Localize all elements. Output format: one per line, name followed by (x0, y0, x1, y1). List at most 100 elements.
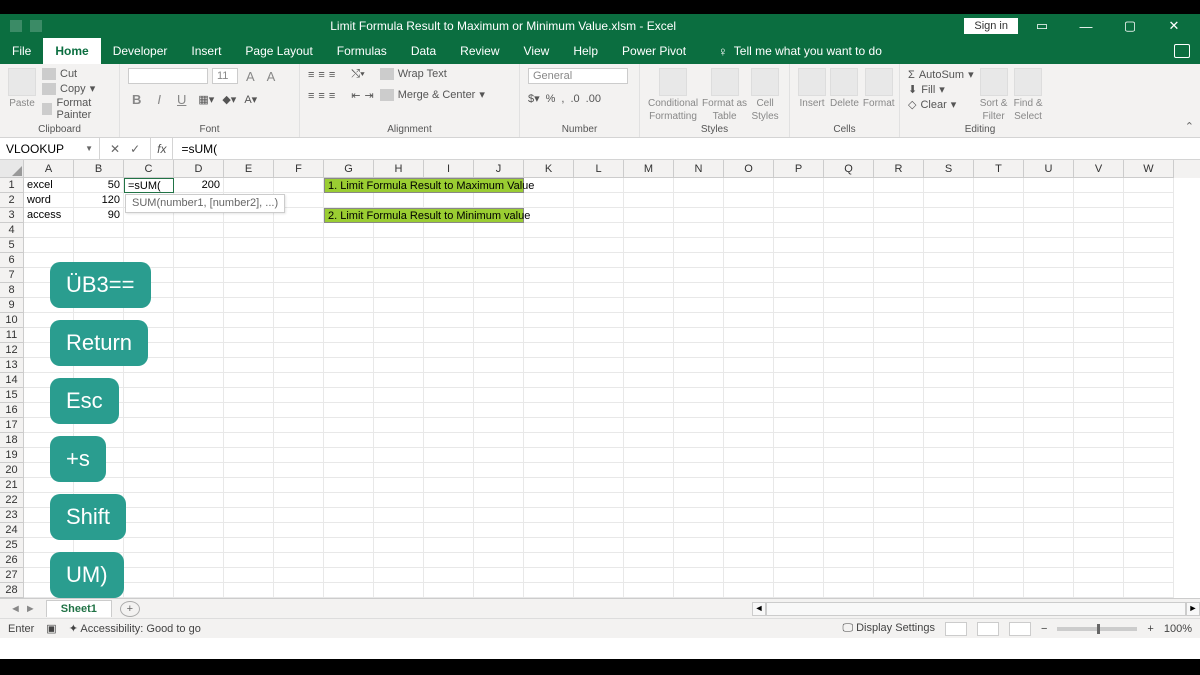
cell[interactable] (1024, 223, 1074, 238)
cell[interactable] (274, 373, 324, 388)
cell[interactable] (1024, 193, 1074, 208)
cell[interactable] (524, 433, 574, 448)
cell[interactable] (974, 238, 1024, 253)
cell[interactable] (374, 253, 424, 268)
cell[interactable] (724, 463, 774, 478)
cell[interactable] (524, 478, 574, 493)
cell[interactable] (424, 403, 474, 418)
conditional-formatting-button[interactable]: ConditionalFormatting (648, 68, 698, 122)
cell[interactable] (1124, 373, 1174, 388)
cell[interactable] (224, 523, 274, 538)
cell[interactable] (724, 493, 774, 508)
cell[interactable] (374, 553, 424, 568)
cell[interactable] (1124, 388, 1174, 403)
cell[interactable] (274, 268, 324, 283)
cell[interactable] (174, 448, 224, 463)
cell[interactable] (674, 283, 724, 298)
cell[interactable] (874, 463, 924, 478)
select-all-corner[interactable] (0, 160, 24, 178)
cell[interactable] (724, 178, 774, 193)
cell[interactable] (674, 238, 724, 253)
row-header[interactable]: 24 (0, 523, 24, 538)
cell[interactable] (724, 328, 774, 343)
cell[interactable] (924, 343, 974, 358)
cell[interactable] (424, 553, 474, 568)
cell[interactable] (1124, 283, 1174, 298)
cell[interactable] (874, 373, 924, 388)
cell[interactable] (1024, 568, 1074, 583)
cell[interactable] (624, 238, 674, 253)
cell[interactable] (924, 268, 974, 283)
cell[interactable] (1124, 463, 1174, 478)
cell[interactable] (474, 358, 524, 373)
cell[interactable] (524, 298, 574, 313)
cell[interactable] (374, 568, 424, 583)
cell[interactable] (474, 463, 524, 478)
cell[interactable] (1074, 583, 1124, 598)
cell[interactable] (324, 553, 374, 568)
cell[interactable] (724, 538, 774, 553)
cell[interactable] (674, 553, 724, 568)
cell[interactable] (824, 313, 874, 328)
cell[interactable] (1124, 178, 1174, 193)
cell[interactable] (224, 313, 274, 328)
cell[interactable] (524, 343, 574, 358)
cell[interactable] (674, 508, 724, 523)
cell[interactable] (174, 463, 224, 478)
italic-button[interactable]: I (153, 92, 165, 107)
column-header[interactable]: F (274, 160, 324, 178)
cell[interactable] (924, 448, 974, 463)
align-left-icon[interactable]: ≡ (308, 90, 314, 102)
prev-sheet-icon[interactable]: ◄ (10, 603, 21, 615)
cell[interactable] (524, 418, 574, 433)
cell[interactable] (1124, 433, 1174, 448)
cell[interactable] (1074, 418, 1124, 433)
cell[interactable] (574, 583, 624, 598)
cell[interactable] (774, 463, 824, 478)
cell[interactable] (124, 223, 174, 238)
cell[interactable] (524, 178, 574, 193)
cell[interactable] (274, 313, 324, 328)
fx-icon[interactable]: fx (151, 138, 173, 159)
cell[interactable] (274, 403, 324, 418)
row-header[interactable]: 15 (0, 388, 24, 403)
cell[interactable] (174, 523, 224, 538)
cell[interactable] (674, 493, 724, 508)
column-header[interactable]: E (224, 160, 274, 178)
cell[interactable] (474, 493, 524, 508)
cell[interactable] (574, 493, 624, 508)
column-header[interactable]: V (1074, 160, 1124, 178)
cell[interactable] (974, 178, 1024, 193)
cell[interactable] (324, 568, 374, 583)
cell[interactable] (724, 523, 774, 538)
cell[interactable] (724, 568, 774, 583)
cell[interactable] (874, 208, 924, 223)
row-header[interactable]: 28 (0, 583, 24, 598)
cell[interactable] (524, 193, 574, 208)
column-header[interactable]: P (774, 160, 824, 178)
cell[interactable] (574, 508, 624, 523)
cell[interactable] (24, 223, 74, 238)
cell[interactable] (374, 478, 424, 493)
cell[interactable] (424, 388, 474, 403)
row-header[interactable]: 9 (0, 298, 24, 313)
cell[interactable] (874, 358, 924, 373)
cell[interactable] (274, 388, 324, 403)
tab-view[interactable]: View (512, 38, 562, 64)
cell[interactable] (924, 418, 974, 433)
cell[interactable] (674, 373, 724, 388)
cell[interactable] (1024, 238, 1074, 253)
cell[interactable] (1024, 478, 1074, 493)
column-header[interactable]: B (74, 160, 124, 178)
cell[interactable] (724, 388, 774, 403)
cell[interactable] (374, 328, 424, 343)
decrease-indent-icon[interactable]: ⇤ (351, 89, 360, 102)
cell[interactable] (424, 298, 474, 313)
cell[interactable] (624, 373, 674, 388)
cell[interactable] (824, 253, 874, 268)
cell[interactable] (774, 268, 824, 283)
increase-decimal-icon[interactable]: .0 (570, 93, 579, 105)
cell[interactable] (974, 283, 1024, 298)
cell[interactable] (1074, 478, 1124, 493)
cell[interactable] (274, 298, 324, 313)
